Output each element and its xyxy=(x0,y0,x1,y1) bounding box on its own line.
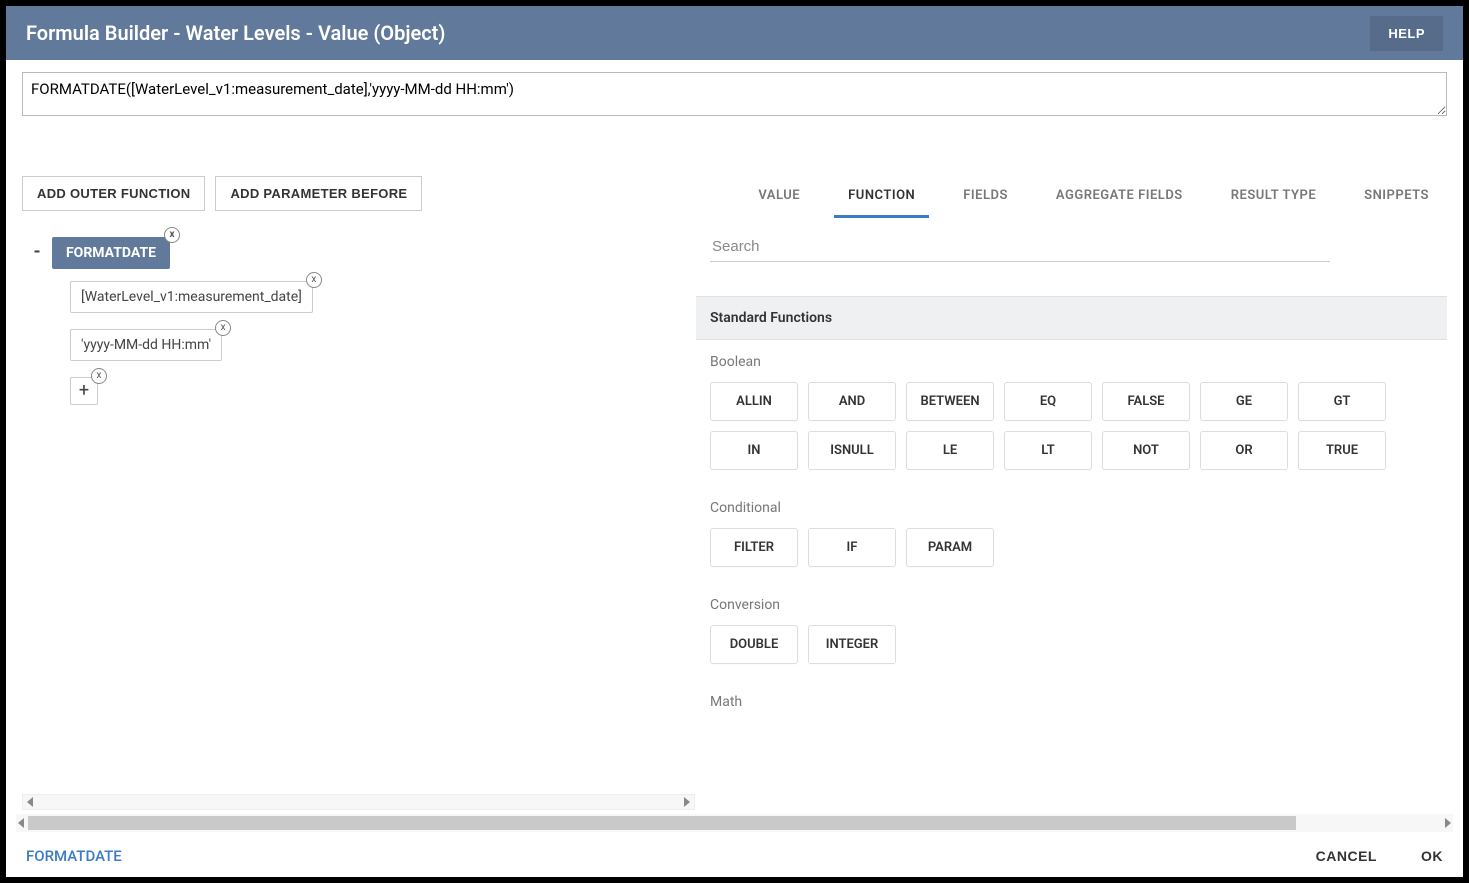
help-button[interactable]: HELP xyxy=(1370,16,1443,51)
function-chip-lt[interactable]: LT xyxy=(1004,431,1092,470)
search-input[interactable] xyxy=(710,232,1330,262)
right-pane: VALUE FUNCTION FIELDS AGGREGATE FIELDS R… xyxy=(696,176,1447,810)
group-conversion-title: Conversion xyxy=(710,597,1433,613)
tree-node-param1[interactable]: [WaterLevel_v1:measurement_date] x xyxy=(70,281,313,313)
header: Formula Builder - Water Levels - Value (… xyxy=(6,6,1463,60)
tree-children: [WaterLevel_v1:measurement_date] x 'yyyy… xyxy=(70,281,695,405)
window-title: Formula Builder - Water Levels - Value (… xyxy=(26,21,445,45)
function-chip-integer[interactable]: INTEGER xyxy=(808,625,896,664)
group-conditional: Conditional FILTER IF PARAM xyxy=(696,486,1447,583)
add-outer-function-button[interactable]: ADD OUTER FUNCTION xyxy=(22,176,205,211)
plus-icon: + xyxy=(79,380,89,401)
group-math: Math xyxy=(696,680,1447,738)
left-scroll-spacer xyxy=(22,421,695,794)
close-icon[interactable]: x xyxy=(164,227,180,243)
function-chip-or[interactable]: OR xyxy=(1200,431,1288,470)
cancel-button[interactable]: CANCEL xyxy=(1316,848,1377,864)
group-boolean-title: Boolean xyxy=(710,354,1433,370)
function-chip-between[interactable]: BETWEEN xyxy=(906,382,994,421)
function-chip-allin[interactable]: ALLIN xyxy=(710,382,798,421)
function-chip-ge[interactable]: GE xyxy=(1200,382,1288,421)
function-chip-not[interactable]: NOT xyxy=(1102,431,1190,470)
function-chip-true[interactable]: TRUE xyxy=(1298,431,1386,470)
footer-hint: FORMATDATE xyxy=(26,847,122,865)
tree-node-param2[interactable]: 'yyyy-MM-dd HH:mm' x xyxy=(70,329,222,361)
tab-value[interactable]: VALUE xyxy=(744,176,814,218)
group-boolean: Boolean ALLIN AND BETWEEN EQ FALSE GE GT IN ISNU… xyxy=(696,340,1447,486)
group-math-title: Math xyxy=(710,694,1433,710)
ok-button[interactable]: OK xyxy=(1421,848,1443,864)
close-icon[interactable]: x xyxy=(306,272,322,288)
tree-collapse-toggle[interactable]: - xyxy=(22,237,52,267)
function-chip-if[interactable]: IF xyxy=(808,528,896,567)
function-chip-double[interactable]: DOUBLE xyxy=(710,625,798,664)
tab-result-type[interactable]: RESULT TYPE xyxy=(1217,176,1330,218)
function-chip-le[interactable]: LE xyxy=(906,431,994,470)
tree-node-root[interactable]: FORMATDATE x xyxy=(52,237,170,269)
add-parameter-plus[interactable]: + x xyxy=(70,377,98,405)
tree-node-param1-label: [WaterLevel_v1:measurement_date] xyxy=(81,289,302,305)
group-conversion: Conversion DOUBLE INTEGER xyxy=(696,583,1447,680)
footer-actions: CANCEL OK xyxy=(1316,848,1443,864)
function-chip-in[interactable]: IN xyxy=(710,431,798,470)
tab-fields[interactable]: FIELDS xyxy=(949,176,1022,218)
content: ADD OUTER FUNCTION ADD PARAMETER BEFORE … xyxy=(6,126,1463,810)
conversion-chips: DOUBLE INTEGER xyxy=(710,625,1433,664)
left-hscrollbar[interactable] xyxy=(22,794,695,810)
close-icon[interactable]: x xyxy=(91,368,107,384)
group-conditional-title: Conditional xyxy=(710,500,1433,516)
function-chip-gt[interactable]: GT xyxy=(1298,382,1386,421)
left-pane: ADD OUTER FUNCTION ADD PARAMETER BEFORE … xyxy=(22,176,696,810)
tab-function[interactable]: FUNCTION xyxy=(834,176,929,218)
footer: FORMATDATE CANCEL OK xyxy=(6,832,1463,877)
function-panel[interactable]: Standard Functions Boolean ALLIN AND BETWE… xyxy=(696,219,1447,810)
formula-tree: - FORMATDATE x [WaterLevel_v1:measuremen… xyxy=(22,237,695,421)
function-chip-eq[interactable]: EQ xyxy=(1004,382,1092,421)
tree-node-root-label: FORMATDATE xyxy=(66,245,156,261)
function-chip-filter[interactable]: FILTER xyxy=(710,528,798,567)
tab-aggregate-fields[interactable]: AGGREGATE FIELDS xyxy=(1042,176,1197,218)
formula-builder-window: Formula Builder - Water Levels - Value (… xyxy=(6,6,1463,877)
function-chip-isnull[interactable]: ISNULL xyxy=(808,431,896,470)
section-standard-functions: Standard Functions xyxy=(696,296,1447,340)
close-icon[interactable]: x xyxy=(215,320,231,336)
search-wrap xyxy=(696,220,1447,296)
function-chip-param[interactable]: PARAM xyxy=(906,528,994,567)
tree-node-param2-label: 'yyyy-MM-dd HH:mm' xyxy=(81,337,211,353)
function-chip-false[interactable]: FALSE xyxy=(1102,382,1190,421)
formula-row xyxy=(6,60,1463,126)
boolean-chips: ALLIN AND BETWEEN EQ FALSE GE GT IN ISNULL LE LT NO… xyxy=(710,382,1433,470)
tab-snippets[interactable]: SNIPPETS xyxy=(1350,176,1443,218)
conditional-chips: FILTER IF PARAM xyxy=(710,528,1433,567)
formula-input[interactable] xyxy=(22,72,1447,116)
bottom-hscrollbar[interactable] xyxy=(16,814,1453,832)
tabs: VALUE FUNCTION FIELDS AGGREGATE FIELDS R… xyxy=(696,176,1447,219)
add-parameter-before-button[interactable]: ADD PARAMETER BEFORE xyxy=(215,176,422,211)
function-chip-and[interactable]: AND xyxy=(808,382,896,421)
scrollbar-thumb[interactable] xyxy=(28,816,1296,830)
left-actions: ADD OUTER FUNCTION ADD PARAMETER BEFORE xyxy=(22,176,695,211)
